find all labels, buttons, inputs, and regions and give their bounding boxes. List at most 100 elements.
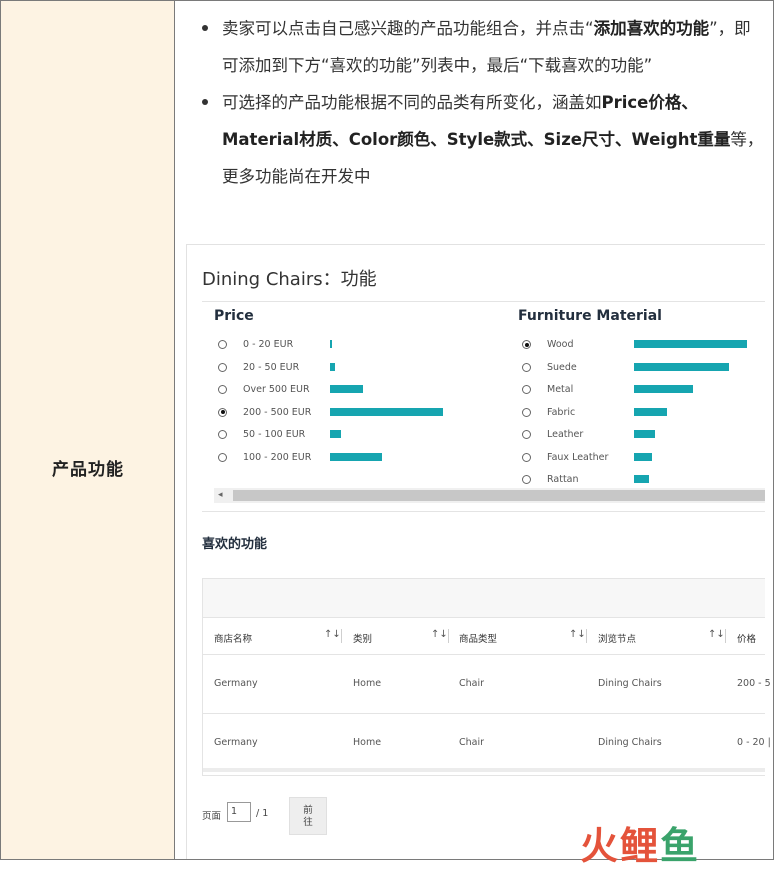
- sort-icon[interactable]: ↑↓: [569, 629, 586, 640]
- row-divider: [203, 713, 765, 714]
- radio-button[interactable]: [522, 407, 531, 417]
- facet-option[interactable]: Metal: [522, 384, 747, 398]
- facet-option[interactable]: 200 - 500 EUR: [218, 407, 443, 421]
- table-cell: Dining Chairs: [598, 678, 662, 689]
- description-text: 卖家可以点击自己感兴趣的产品功能组合，并点击“: [222, 19, 594, 38]
- column-header-browse-node[interactable]: 浏览节点: [598, 631, 636, 645]
- distribution-bar: [634, 475, 649, 483]
- radio-button[interactable]: [522, 430, 531, 439]
- radio-button[interactable]: [218, 340, 227, 349]
- favorites-title: 喜欢的功能: [202, 537, 268, 552]
- table-cell: Chair: [459, 737, 485, 748]
- description-item: 卖家可以点击自己感兴趣的产品功能组合，并点击“添加喜欢的功能”，即可添加到下方“…: [200, 10, 765, 84]
- scrollbar-thumb[interactable]: [233, 490, 765, 501]
- scroll-left-icon[interactable]: ◂: [218, 490, 223, 500]
- go-button[interactable]: 前 往: [289, 797, 327, 835]
- table-cell: 200 - 5: [737, 678, 771, 689]
- facet-option[interactable]: 100 - 200 EUR: [218, 452, 443, 466]
- page-label: 页面: [202, 811, 222, 822]
- distribution-bar: [634, 452, 652, 461]
- table-scrollbar[interactable]: [203, 768, 765, 772]
- facet-option-label: 20 - 50 EUR: [243, 361, 300, 373]
- distribution-bar: [330, 407, 443, 416]
- column-divider: [448, 629, 449, 643]
- distribution-bar: [634, 407, 667, 416]
- divider: [202, 511, 765, 512]
- facet-option-label: Metal: [547, 384, 574, 395]
- page-number-input[interactable]: 1: [227, 802, 251, 822]
- watermark-logo: 火鲤鱼: [580, 815, 700, 870]
- description-text: 可选择的产品功能根据不同的品类有所变化，涵盖如: [222, 93, 602, 112]
- radio-button[interactable]: [218, 362, 227, 372]
- price-facet-title: Price: [214, 308, 254, 324]
- bullet-icon: [202, 99, 208, 105]
- facet-option-label: Rattan: [547, 474, 579, 485]
- column-header-store[interactable]: 商店名称: [214, 631, 252, 645]
- table-cell: 0 - 20 |: [737, 737, 771, 748]
- watermark-char: 鲤: [620, 824, 661, 868]
- distribution-bar: [634, 430, 655, 438]
- facet-option-label: Leather: [547, 429, 584, 440]
- facet-option-label: 50 - 100 EUR: [243, 429, 306, 440]
- facet-option[interactable]: 20 - 50 EUR: [218, 362, 443, 376]
- distribution-bar: [634, 385, 693, 393]
- radio-button[interactable]: [522, 452, 531, 462]
- distribution-bar: [634, 362, 729, 371]
- distribution-bar: [330, 430, 341, 438]
- facet-option-label: Over 500 EUR: [243, 384, 310, 395]
- table-cell: Germany: [214, 737, 258, 748]
- table-cell: Chair: [459, 678, 485, 689]
- radio-button[interactable]: [522, 475, 531, 484]
- description-item: 可选择的产品功能根据不同的品类有所变化，涵盖如Price价格、Material材…: [200, 84, 765, 195]
- facet-option-label: 100 - 200 EUR: [243, 451, 312, 463]
- radio-button[interactable]: [218, 430, 227, 439]
- bullet-icon: [202, 25, 208, 31]
- table-cell: Dining Chairs: [598, 737, 662, 748]
- distribution-bar: [330, 362, 335, 371]
- favorites-table: 商店名称 ↑↓ 类别 ↑↓ 商品类型 ↑↓ 浏览节点 ↑↓ 价格 Germany…: [202, 578, 771, 776]
- radio-button[interactable]: [218, 452, 227, 462]
- facet-option-label: Fabric: [547, 406, 576, 418]
- column-header-product-type[interactable]: 商品类型: [459, 631, 497, 645]
- distribution-bar: [330, 340, 332, 348]
- radio-button[interactable]: [522, 385, 531, 394]
- horizontal-scrollbar[interactable]: ◂: [214, 488, 765, 503]
- row-header-cell: 产品功能: [1, 1, 175, 859]
- sort-icon[interactable]: ↑↓: [324, 629, 341, 640]
- watermark-char: 火: [580, 824, 621, 868]
- distribution-bar: [330, 452, 382, 461]
- sort-icon[interactable]: ↑↓: [708, 629, 725, 640]
- table-toolbar: [203, 579, 765, 618]
- column-divider: [341, 629, 342, 643]
- facet-option[interactable]: Fabric: [522, 407, 747, 421]
- sort-icon[interactable]: ↑↓: [431, 629, 448, 640]
- material-facet-title: Furniture Material: [518, 308, 662, 324]
- facet-option[interactable]: Over 500 EUR: [218, 384, 443, 398]
- column-header-price[interactable]: 价格: [737, 631, 756, 645]
- table-cell: Home: [353, 678, 382, 689]
- radio-button[interactable]: [218, 385, 227, 394]
- radio-button[interactable]: [522, 362, 531, 372]
- go-button-label: 往: [303, 817, 313, 828]
- facet-option[interactable]: Wood: [522, 339, 747, 353]
- column-header-category[interactable]: 类别: [353, 631, 372, 645]
- row-divider: [203, 654, 765, 655]
- watermark-char: 鱼: [660, 824, 701, 868]
- facet-option-label: Wood: [547, 339, 574, 350]
- facet-option[interactable]: 50 - 100 EUR: [218, 429, 443, 443]
- radio-button[interactable]: [218, 407, 227, 417]
- divider: [202, 301, 765, 302]
- facet-option[interactable]: Rattan: [522, 474, 747, 488]
- column-divider: [725, 629, 726, 643]
- table-cell: Home: [353, 737, 382, 748]
- embedded-screenshot: Dining Chairs：功能 Price Furniture Materia…: [186, 244, 771, 859]
- facet-option[interactable]: Faux Leather: [522, 452, 747, 466]
- facet-option[interactable]: Suede: [522, 362, 747, 376]
- facet-option[interactable]: 0 - 20 EUR: [218, 339, 443, 353]
- go-button-label: 前: [303, 805, 313, 816]
- facet-option-label: Suede: [547, 361, 577, 373]
- facet-option-label: Faux Leather: [547, 451, 609, 463]
- radio-button[interactable]: [522, 340, 531, 349]
- page-title: Dining Chairs：功能: [202, 269, 377, 290]
- facet-option[interactable]: Leather: [522, 429, 747, 443]
